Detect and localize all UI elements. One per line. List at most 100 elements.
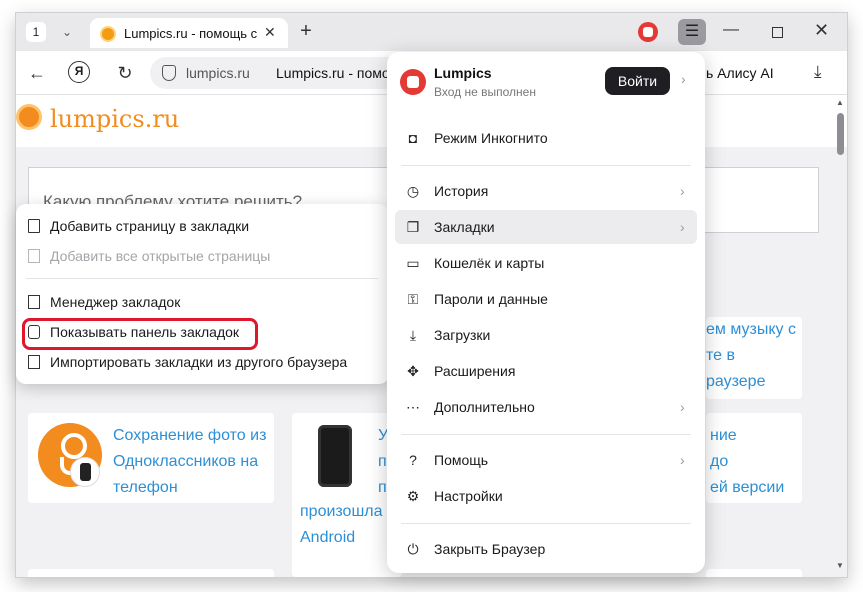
- menu-item-label: Режим Инкогнито: [434, 130, 548, 146]
- menu-item-extensions[interactable]: ✥ Расширения: [395, 354, 697, 388]
- menu-item-close-browser[interactable]: ⏻ Закрыть Браузер: [395, 532, 697, 566]
- orange-logo-icon: [16, 104, 42, 130]
- card-title-line: телефон: [113, 479, 178, 496]
- site-logo[interactable]: lumpics.ru: [50, 105, 179, 133]
- profile-avatar[interactable]: [400, 69, 426, 95]
- maximize-icon[interactable]: [772, 27, 783, 38]
- card-title-line: до: [710, 453, 729, 470]
- menu-item-label: Настройки: [434, 488, 503, 504]
- close-icon[interactable]: ✕: [264, 24, 276, 41]
- bookmarks-icon: ❐: [406, 219, 420, 235]
- article-card[interactable]: ние до ей версии: [706, 413, 802, 503]
- divider: [26, 278, 378, 279]
- menu-item-help[interactable]: ? Помощь ›: [395, 443, 697, 477]
- card-title[interactable]: Сохранение фото из Одноклассников на тел…: [113, 423, 266, 501]
- bookmark-manager-item[interactable]: Менеджер закладок: [26, 287, 378, 317]
- tab-title: Lumpics.ru - помощь с компьютером: [124, 26, 258, 41]
- card-title-line: Android: [300, 529, 356, 546]
- menu-item-downloads[interactable]: ⤓ Загрузки: [395, 318, 697, 352]
- tab-count-button[interactable]: 1: [26, 22, 46, 42]
- article-card[interactable]: Сохранение фото из Одноклассников на тел…: [28, 413, 274, 503]
- url-domain: lumpics.ru: [186, 65, 250, 81]
- menu-item-incognito[interactable]: ◘ Режим Инкогнито: [395, 121, 697, 155]
- card-title-line: ние: [710, 427, 737, 444]
- history-icon: ◷: [406, 183, 420, 199]
- menu-item-wallet[interactable]: ▭ Кошелёк и карты: [395, 246, 697, 280]
- chevron-right-icon: ›: [680, 219, 685, 235]
- yandex-icon[interactable]: Я: [68, 61, 90, 83]
- add-all-pages-item: Добавить все открытые страницы: [26, 241, 378, 271]
- browser-main-menu: Lumpics Вход не выполнен Войти › ◘ Режим…: [387, 52, 705, 573]
- menu-item-label: Пароли и данные: [434, 291, 548, 307]
- chevron-right-icon: ›: [680, 452, 685, 468]
- article-card[interactable]: [706, 569, 802, 577]
- article-card[interactable]: У п п произошла Android: [292, 413, 402, 577]
- phone-icon: [70, 457, 100, 487]
- menu-item-bookmarks[interactable]: ❐ Закладки ›: [395, 210, 697, 244]
- new-tab-button[interactable]: +: [295, 21, 317, 43]
- incognito-icon: ◘: [408, 130, 418, 146]
- menu-item-label: Добавить страницу в закладки: [50, 218, 250, 234]
- divider: [401, 434, 691, 435]
- scroll-thumb[interactable]: [837, 113, 844, 155]
- wallet-icon: ▭: [406, 255, 420, 271]
- download-icon[interactable]: ⤓: [814, 62, 822, 82]
- menu-item-label: Дополнительно: [434, 399, 535, 415]
- smartphone-image: [318, 425, 352, 487]
- reload-icon[interactable]: ↻: [114, 62, 136, 84]
- menu-item-label: Кошелёк и карты: [434, 255, 545, 271]
- menu-item-more[interactable]: ⋯ Дополнительно ›: [395, 390, 697, 424]
- chevron-right-icon: ›: [680, 183, 685, 199]
- more-icon: ⋯: [406, 399, 420, 415]
- chevron-right-icon[interactable]: ›: [681, 71, 686, 87]
- menu-item-label: Загрузки: [434, 327, 491, 343]
- chevron-right-icon: ›: [680, 399, 685, 415]
- article-card[interactable]: ем музыку с те в раузере: [706, 317, 802, 399]
- menu-item-settings[interactable]: ⚙ Настройки: [395, 479, 697, 513]
- scroll-up-icon[interactable]: ▲: [836, 98, 844, 107]
- browser-menu-button[interactable]: ☰: [678, 19, 706, 45]
- favicon-icon: [100, 26, 116, 42]
- article-card[interactable]: [28, 569, 274, 577]
- import-icon: [28, 355, 40, 369]
- page-scrollbar[interactable]: ▲ ▼: [834, 95, 847, 577]
- tab-active[interactable]: Lumpics.ru - помощь с компьютером ✕: [90, 18, 288, 48]
- menu-item-label: Помощь: [434, 452, 489, 468]
- menu-item-label: Менеджер закладок: [50, 294, 181, 310]
- bookmarks-multiple-icon: [28, 249, 40, 263]
- menu-item-label: История: [434, 183, 489, 199]
- bookmark-manager-icon: [28, 295, 40, 309]
- card-title-line: Одноклассников на: [113, 453, 259, 470]
- card-title-line: те в: [706, 347, 735, 364]
- bookmark-icon: [28, 219, 40, 233]
- minimize-icon[interactable]: —: [720, 21, 742, 39]
- scroll-down-icon[interactable]: ▼: [836, 561, 844, 570]
- login-button[interactable]: Войти: [605, 67, 670, 95]
- menu-item-label: Добавить все открытые страницы: [50, 248, 271, 264]
- back-icon[interactable]: ←: [26, 62, 48, 84]
- extensions-icon: ✥: [407, 363, 419, 379]
- menu-item-history[interactable]: ◷ История ›: [395, 174, 697, 208]
- menu-item-label: Импортировать закладки из другого браузе…: [50, 354, 348, 370]
- chevron-down-icon[interactable]: ⌄: [56, 22, 78, 42]
- divider: [401, 523, 691, 524]
- highlight-annotation: [22, 318, 258, 350]
- window-close-icon[interactable]: ✕: [814, 20, 829, 41]
- passwords-icon: ⚿: [407, 291, 419, 307]
- menu-item-passwords[interactable]: ⚿ Пароли и данные: [395, 282, 697, 316]
- tab-strip: 1 ⌄ Lumpics.ru - помощь с компьютером ✕ …: [16, 13, 847, 51]
- shield-icon: [162, 65, 176, 81]
- card-title-line: Сохранение фото из: [113, 427, 267, 444]
- card-title-line: раузере: [706, 373, 766, 390]
- settings-icon: ⚙: [406, 488, 420, 504]
- menu-item-label: Закрыть Браузер: [434, 541, 546, 557]
- card-title-line: произошла: [300, 503, 383, 520]
- alice-button[interactable]: ь Алису AI: [706, 65, 774, 81]
- add-bookmark-item[interactable]: Добавить страницу в закладки: [26, 211, 378, 241]
- downloads-icon: ⤓: [409, 327, 417, 343]
- extension-icon[interactable]: [638, 22, 658, 42]
- card-title-line: ей версии: [710, 479, 785, 496]
- profile-name[interactable]: Lumpics: [434, 65, 492, 81]
- help-icon: ?: [409, 452, 417, 468]
- import-bookmarks-item[interactable]: Импортировать закладки из другого браузе…: [26, 347, 378, 377]
